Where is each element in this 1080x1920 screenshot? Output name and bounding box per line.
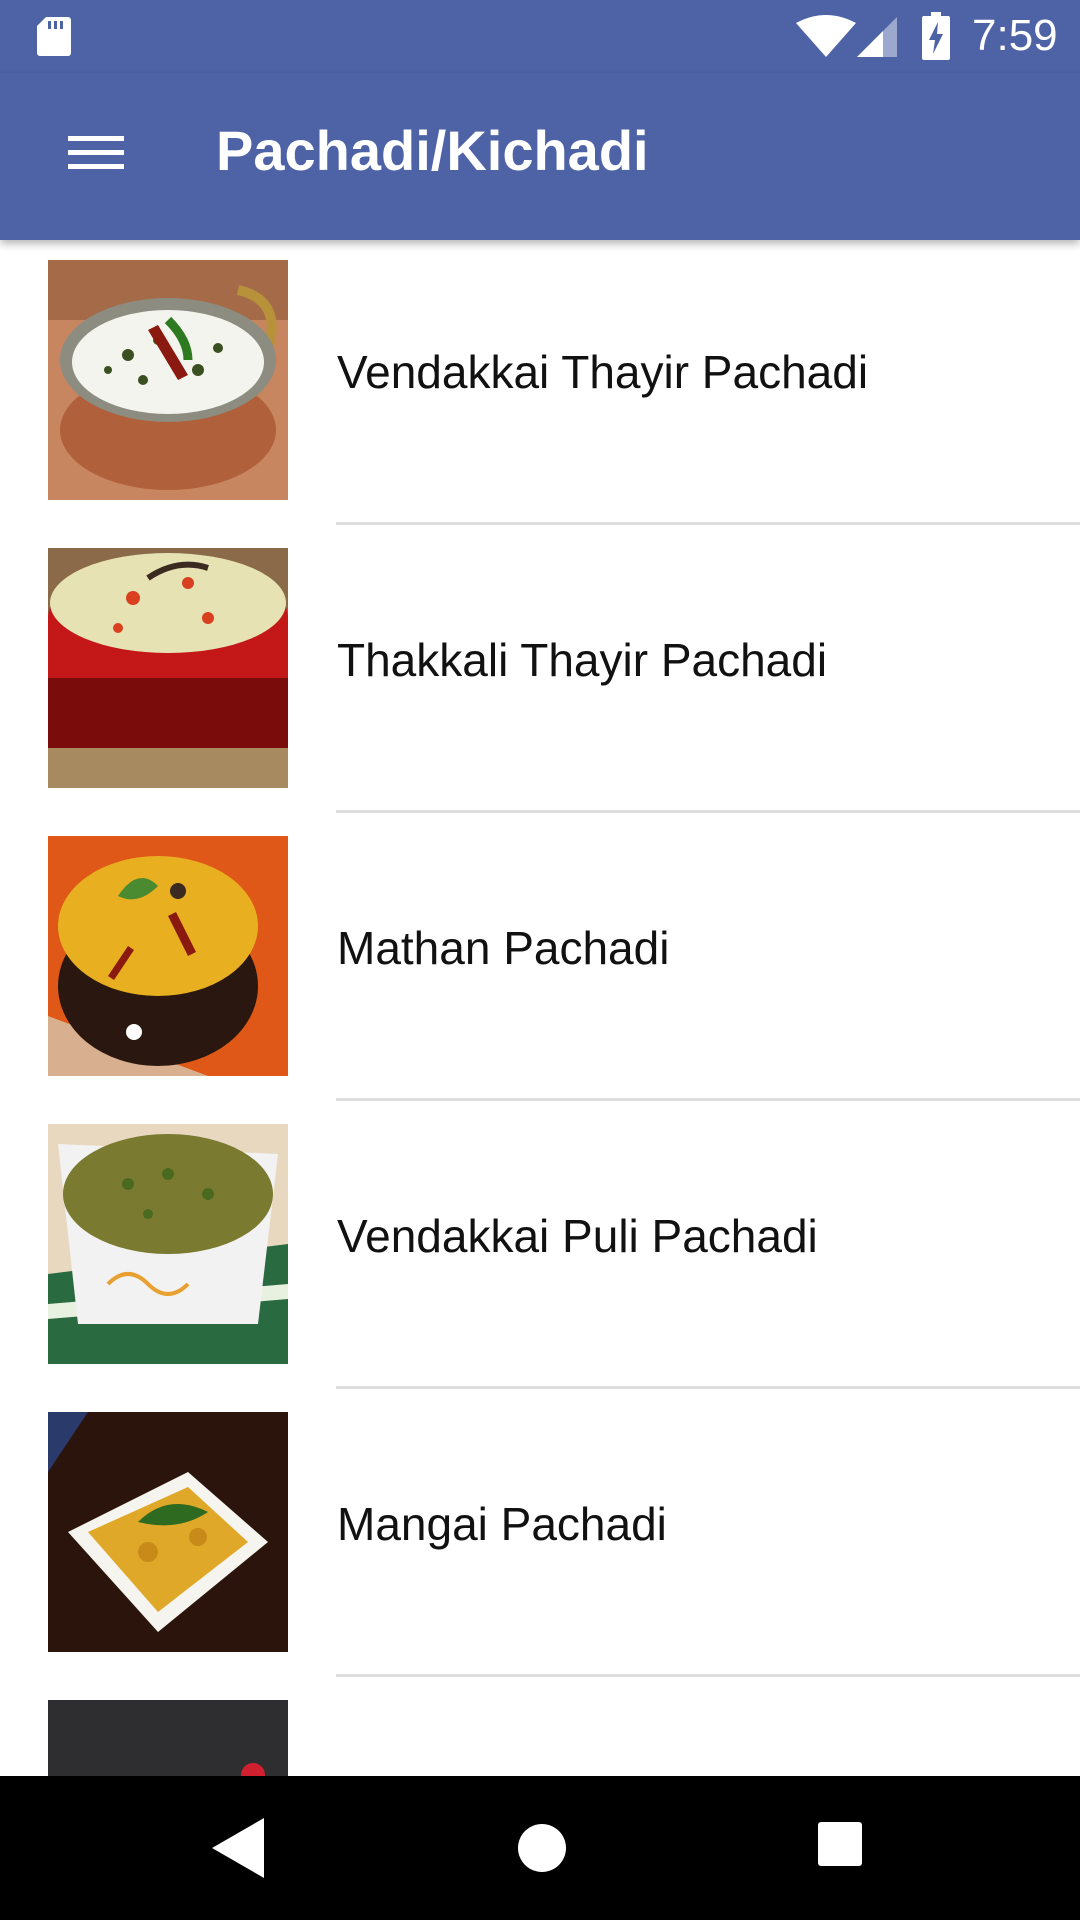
recents-icon[interactable] xyxy=(816,1820,864,1868)
divider xyxy=(336,1674,1080,1677)
list-item[interactable] xyxy=(0,1680,1080,1776)
dish-photo-curd-okra xyxy=(48,260,288,500)
home-icon[interactable] xyxy=(514,1820,570,1876)
page-title: Pachadi/Kichadi xyxy=(216,119,649,182)
list-item[interactable]: Thakkali Thayir Pachadi xyxy=(0,528,1080,816)
app-bar: Pachadi/Kichadi xyxy=(0,73,1080,240)
recipe-name: Vendakkai Thayir Pachadi xyxy=(337,346,869,398)
status-bar: 7:59 xyxy=(0,0,1080,73)
recipe-list[interactable]: Vendakkai Thayir Pachadi Thakkali Thayir… xyxy=(0,240,1080,1776)
recipe-name: Vendakkai Puli Pachadi xyxy=(337,1210,818,1262)
back-icon[interactable] xyxy=(212,1818,264,1878)
battery-charging-icon xyxy=(922,12,950,60)
dish-photo-tamarind-okra xyxy=(48,1124,288,1364)
recipe-name: Mangai Pachadi xyxy=(337,1498,667,1550)
status-time: 7:59 xyxy=(972,11,1058,60)
list-item[interactable]: Vendakkai Thayir Pachadi xyxy=(0,240,1080,528)
dish-photo-partial xyxy=(48,1700,288,1776)
system-nav-bar xyxy=(0,1776,1080,1920)
divider xyxy=(336,810,1080,813)
divider xyxy=(336,1386,1080,1389)
recipe-name: Thakkali Thayir Pachadi xyxy=(337,634,828,686)
dish-photo-mango xyxy=(48,1412,288,1652)
list-item[interactable]: Mathan Pachadi xyxy=(0,816,1080,1104)
dish-photo-pumpkin xyxy=(48,836,288,1076)
sd-card-icon xyxy=(37,17,71,56)
dish-photo-curd-tomato xyxy=(48,548,288,788)
divider xyxy=(336,1098,1080,1101)
list-item[interactable]: Mangai Pachadi xyxy=(0,1392,1080,1680)
hamburger-menu-icon xyxy=(68,136,124,169)
divider xyxy=(336,522,1080,525)
menu-button[interactable] xyxy=(48,105,144,201)
list-item[interactable]: Vendakkai Puli Pachadi xyxy=(0,1104,1080,1392)
wifi-icon xyxy=(796,15,856,57)
cell-signal-icon xyxy=(857,17,897,57)
recipe-name: Mathan Pachadi xyxy=(337,922,670,974)
